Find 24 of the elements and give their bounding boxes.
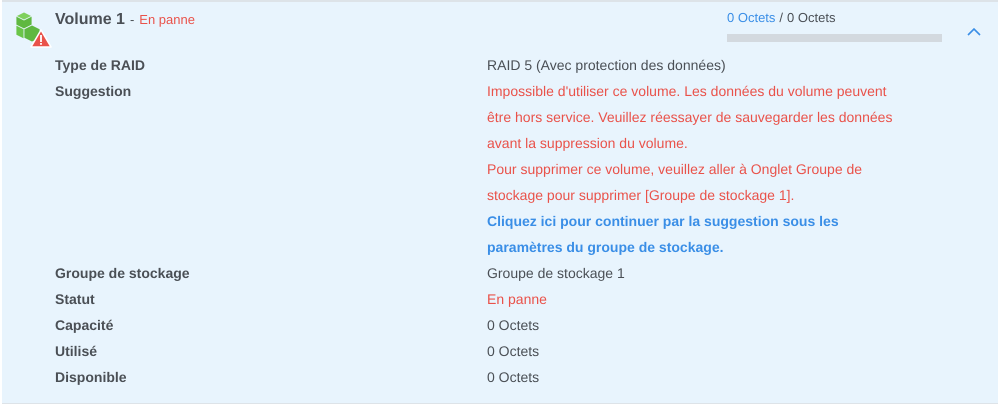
field-label: Utilisé — [55, 343, 98, 359]
cubes-warning-icon — [14, 10, 52, 48]
field-value: 0 Octets — [487, 317, 540, 333]
field-value: En panne — [487, 291, 547, 307]
field-value: 0 Octets — [487, 369, 540, 385]
suggestion-text: Impossible d'utiliser ce volume. Les données du volume peuvent être hors service. Veuillez réessayer de sauvegarder les données avant la suppression du volume. — [487, 82, 894, 153]
field-label: Groupe de stockage — [55, 265, 190, 281]
field-label: Suggestion — [55, 83, 132, 99]
field-value: Groupe de stockage 1 — [487, 265, 625, 281]
field-value: RAID 5 (Avec protection des données) — [487, 57, 726, 73]
field-label: Statut — [55, 291, 95, 307]
separator: - — [130, 11, 134, 29]
volume-title: Volume 1 — [55, 10, 125, 30]
used-size: 0 Octets — [727, 9, 776, 27]
total-size: 0 Octets — [787, 9, 836, 27]
field-label: Type de RAID — [55, 57, 145, 73]
chevron-icon — [967, 28, 981, 36]
volume-status: En panne — [139, 11, 195, 29]
field-value: 0 Octets — [487, 343, 540, 359]
field-label: Capacité — [55, 317, 114, 333]
suggestion-link[interactable]: Cliquez ici pour continuer par la suggestion sous les paramètres du groupe de stockage. — [487, 208, 912, 260]
field-label: Disponible — [55, 369, 127, 385]
suggestion-text: Pour supprimer ce volume, veuillez aller à Onglet Groupe de stockage pour supprimer [Groupe de stockage 1]. — [487, 160, 864, 205]
slash: / — [779, 9, 784, 27]
